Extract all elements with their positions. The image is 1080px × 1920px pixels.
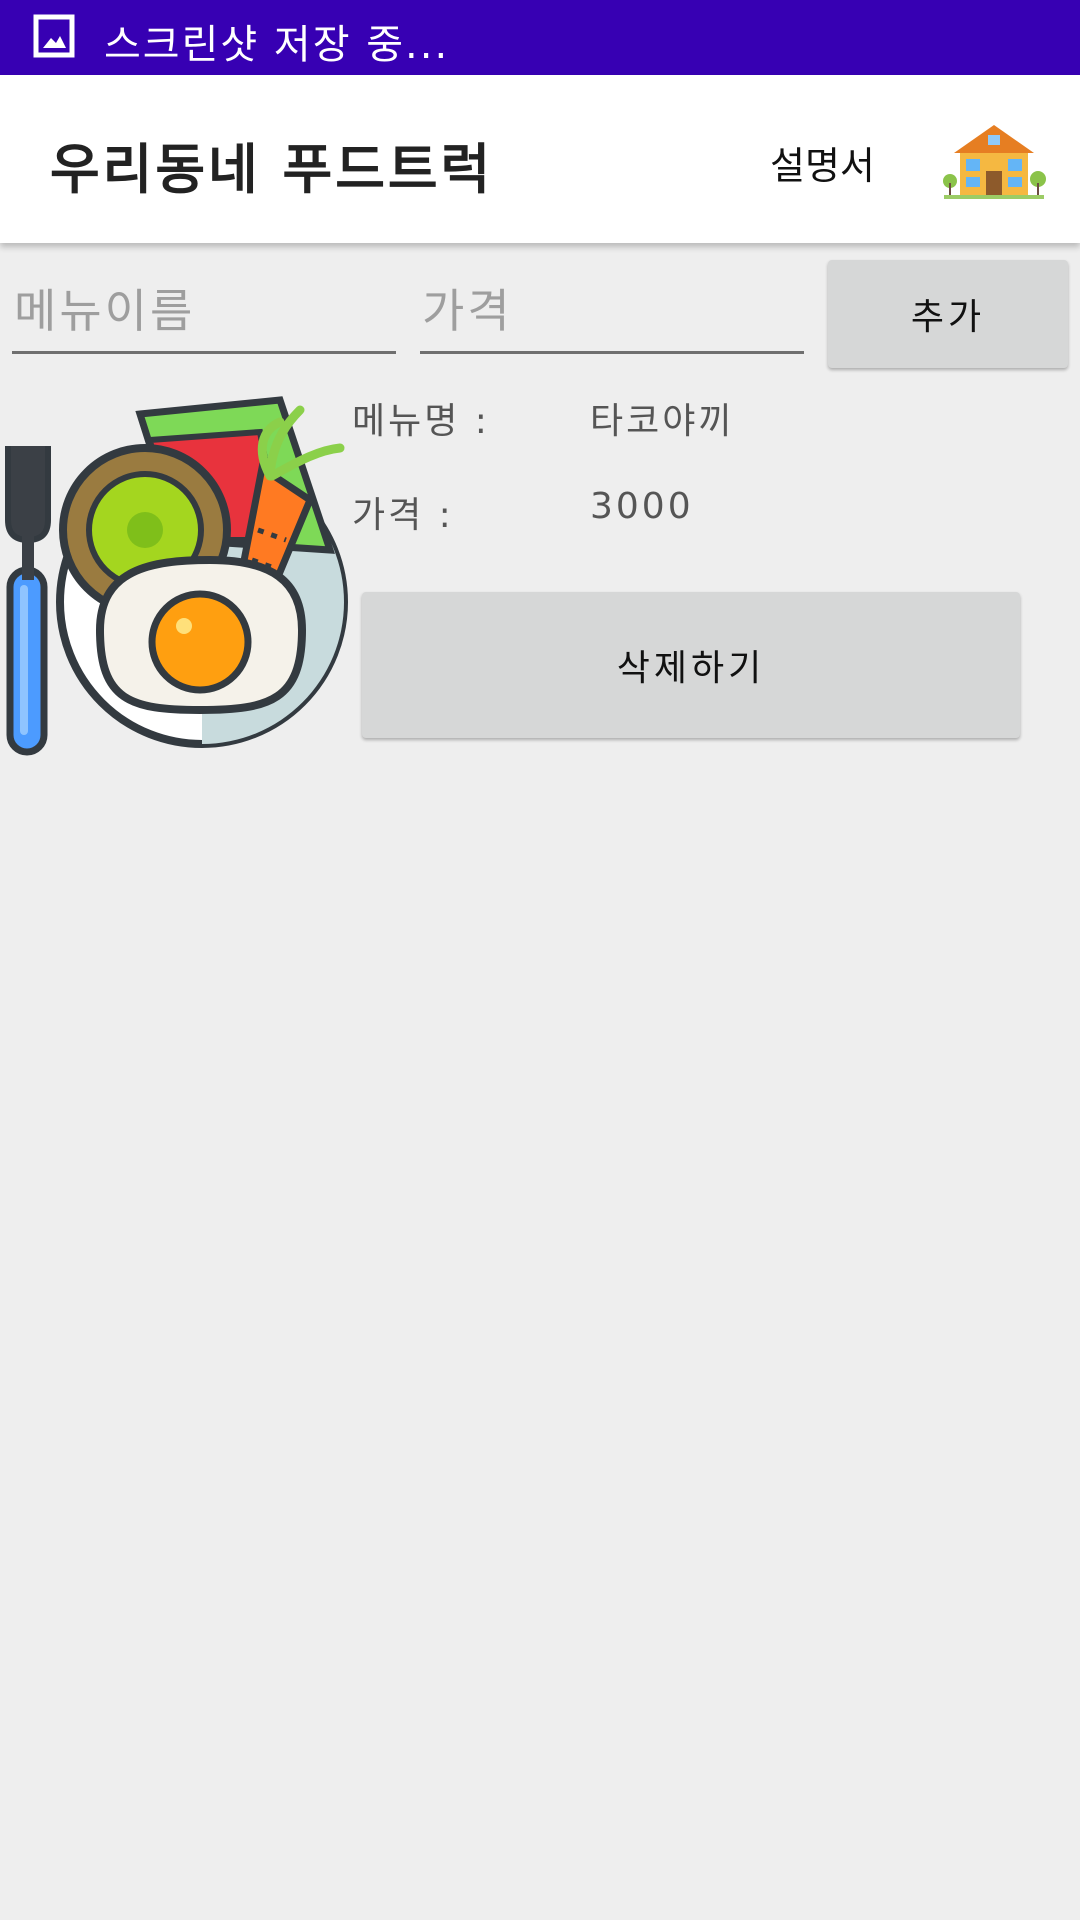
delete-button[interactable]: 삭제하기	[362, 592, 1020, 738]
list-item: 메뉴명 : 타코야끼 가격 : 3000 삭제하기	[0, 380, 1080, 760]
screenshot-image-icon	[33, 14, 75, 58]
app-bar: 우리동네 푸드트럭 설명서	[0, 75, 1080, 243]
status-bar: 스크린샷 저장 중...	[0, 0, 1080, 75]
menu-name-input[interactable]	[12, 270, 396, 354]
status-text: 스크린샷 저장 중...	[104, 22, 450, 68]
house-icon[interactable]	[942, 121, 1046, 201]
manual-button[interactable]: 설명서	[760, 129, 885, 196]
page-title: 우리동네 푸드트럭	[50, 138, 494, 201]
menu-name-value: 타코야끼	[590, 401, 735, 442]
menu-price-value: 3000	[590, 486, 694, 527]
add-button[interactable]: 추가	[828, 260, 1068, 368]
price-input[interactable]	[420, 270, 804, 354]
menu-price-label: 가격 :	[352, 495, 454, 536]
food-plate-icon	[5, 396, 348, 756]
menu-name-label: 메뉴명 :	[352, 401, 490, 442]
